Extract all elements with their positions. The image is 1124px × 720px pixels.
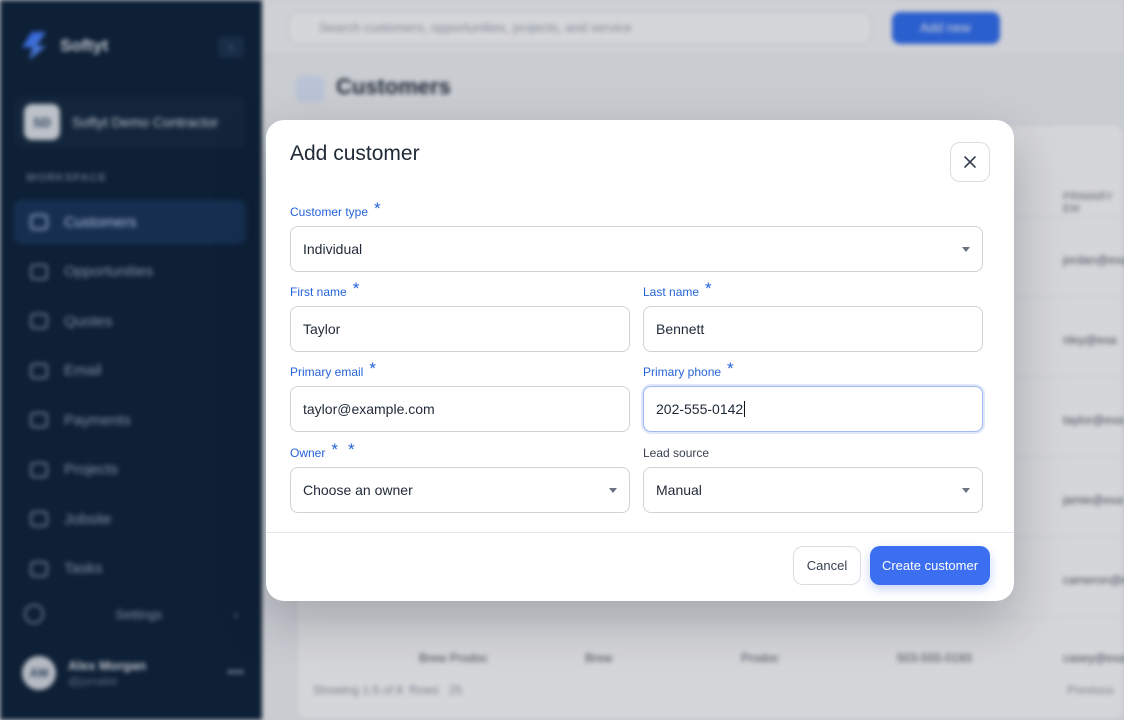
field-label: First name xyxy=(290,285,347,299)
field-label: Customer type xyxy=(290,205,369,219)
field-label: Lead source xyxy=(643,446,710,460)
primary-email-field[interactable]: taylor@example.com xyxy=(290,386,630,432)
last-name-field[interactable]: Bennett xyxy=(643,306,983,352)
last-name-value: Bennett xyxy=(656,321,705,337)
primary-phone-value: 202-555-0142 xyxy=(656,401,744,417)
close-button[interactable] xyxy=(950,142,990,182)
field-label: Primary email xyxy=(290,365,364,379)
primary-phone-field[interactable]: 202-555-0142 xyxy=(643,386,983,432)
required-mark: * xyxy=(727,359,734,378)
customer-type-label: Customer type * xyxy=(290,199,381,222)
field-label: Primary phone xyxy=(643,365,722,379)
owner-value: Choose an owner xyxy=(303,482,413,498)
required-mark: * xyxy=(374,199,381,218)
required-mark: * xyxy=(347,440,355,459)
required-mark: * xyxy=(369,359,376,378)
lead-source-select[interactable]: Manual xyxy=(643,467,983,513)
first-name-label: First name * xyxy=(290,279,360,302)
field-label: Last name xyxy=(643,285,700,299)
owner-select[interactable]: Choose an owner xyxy=(290,467,630,513)
close-icon xyxy=(964,156,976,168)
primary-email-value: taylor@example.com xyxy=(303,401,435,417)
primary-phone-label: Primary phone * xyxy=(643,359,734,382)
chevron-down-icon xyxy=(962,488,970,493)
add-customer-dialog: Add customer Customer type * Individual F… xyxy=(266,120,1014,601)
primary-email-label: Primary email * xyxy=(290,359,376,382)
dialog-footer-divider xyxy=(266,532,1014,533)
required-mark: * xyxy=(705,279,712,298)
create-customer-button[interactable]: Create customer xyxy=(870,546,990,585)
chevron-down-icon xyxy=(962,247,970,252)
last-name-label: Last name * xyxy=(643,279,712,302)
chevron-down-icon xyxy=(609,488,617,493)
lead-source-value: Manual xyxy=(656,482,702,498)
customer-type-value: Individual xyxy=(303,241,363,257)
first-name-field[interactable]: Taylor xyxy=(290,306,630,352)
field-label: Owner xyxy=(290,446,326,460)
customer-type-select[interactable]: Individual xyxy=(290,226,983,272)
owner-label: Owner * * xyxy=(290,440,355,463)
required-mark: * xyxy=(331,440,338,459)
required-mark: * xyxy=(352,279,360,298)
first-name-value: Taylor xyxy=(303,321,341,337)
cancel-button[interactable]: Cancel xyxy=(793,546,861,585)
lead-source-label: Lead source xyxy=(643,446,709,460)
dialog-title: Add customer xyxy=(290,142,420,165)
